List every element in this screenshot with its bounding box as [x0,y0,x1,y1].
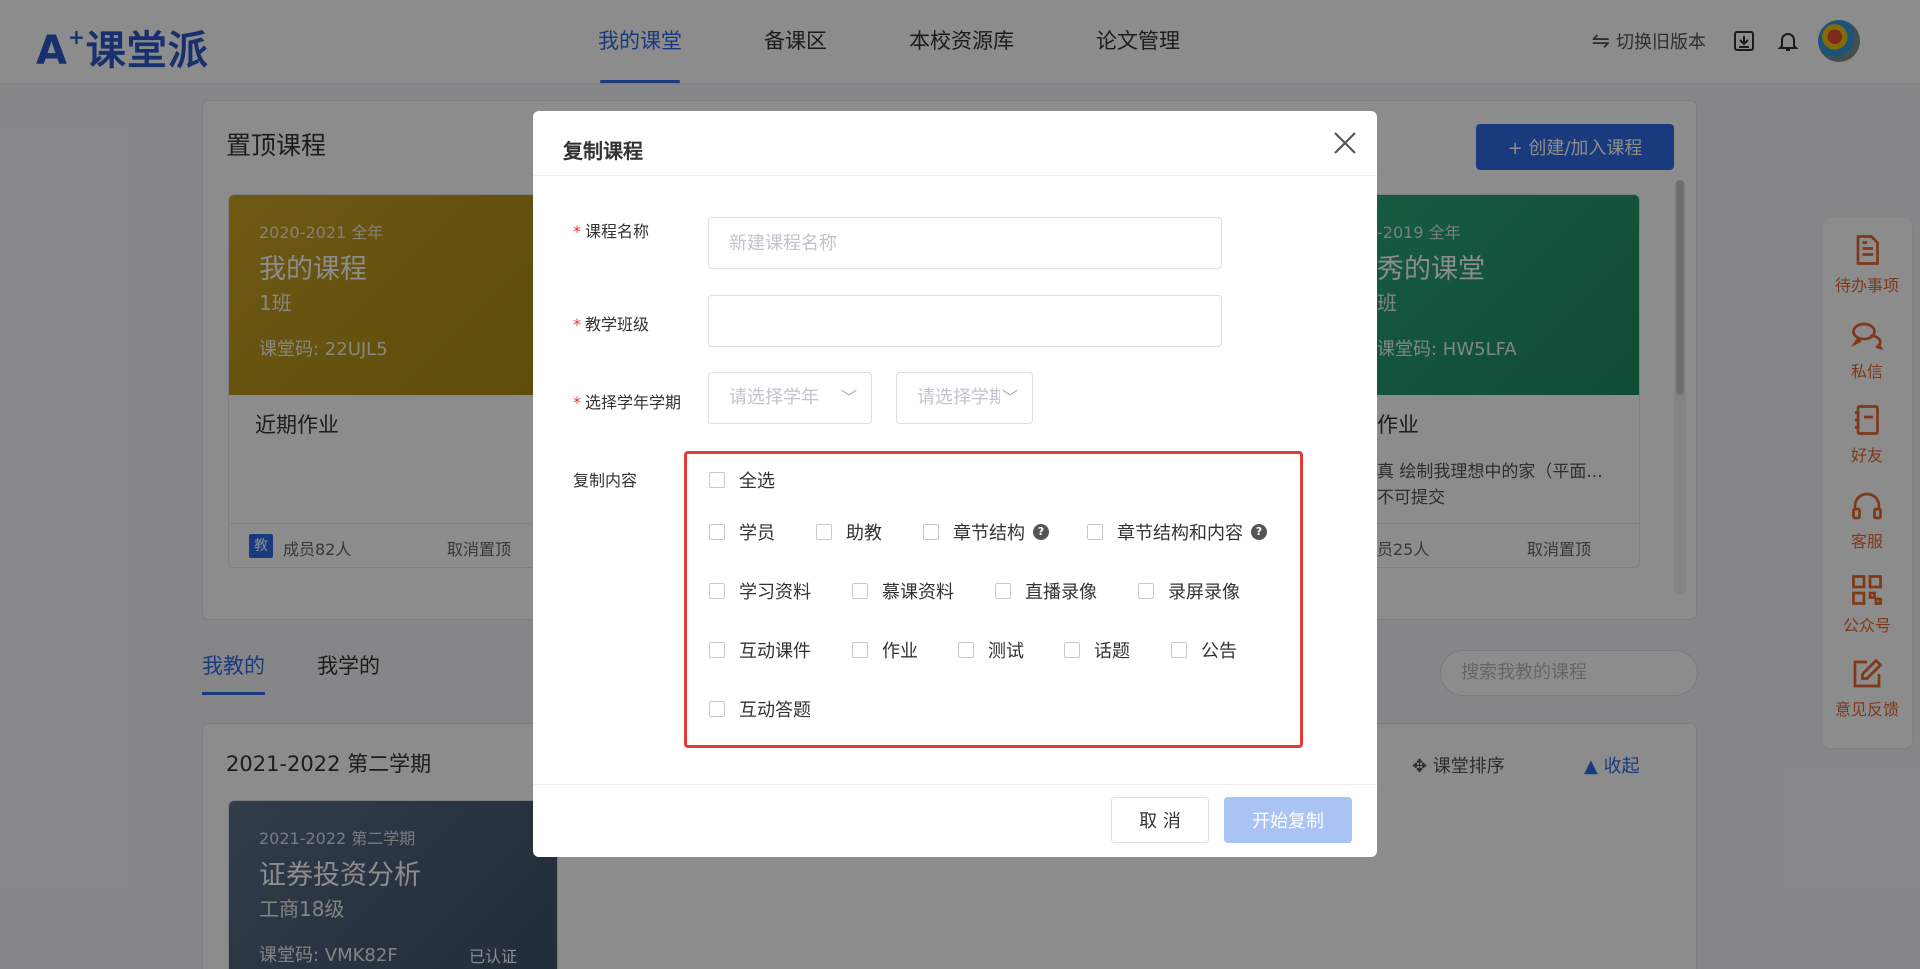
dialog-header: 复制课程 [533,111,1377,176]
option-mooc-materials-checkbox[interactable]: 慕课资料 [852,578,954,604]
option-interactive-courseware-checkbox[interactable]: 互动课件 [709,637,811,663]
option-students-checkbox[interactable]: 学员 [709,519,775,545]
checkbox-label: 测试 [988,641,1024,662]
option-tests-checkbox[interactable]: 测试 [958,637,1024,663]
checkbox-box[interactable] [1087,524,1103,540]
checkbox-box[interactable] [995,583,1011,599]
checkbox-box[interactable] [1171,642,1187,658]
course-name-input[interactable] [708,217,1222,269]
option-chapter-structure-checkbox[interactable]: 章节结构? [923,519,1049,545]
copy-content-label: 复制内容 [573,471,638,490]
school-year-select[interactable]: 请选择学年 ﹀ [708,372,872,424]
start-copy-button[interactable]: 开始复制 [1224,797,1352,843]
checkbox-box[interactable] [852,642,868,658]
checkbox-box[interactable] [709,583,725,599]
checkbox-label: 互动课件 [739,641,811,662]
option-study-materials-checkbox[interactable]: 学习资料 [709,578,811,604]
option-screen-recordings-checkbox[interactable]: 录屏录像 [1138,578,1240,604]
help-icon[interactable]: ? [1033,524,1049,540]
checkbox-label: 章节结构和内容 [1117,523,1243,544]
checkbox-box[interactable] [958,642,974,658]
option-topics-checkbox[interactable]: 话题 [1064,637,1130,663]
school-year-placeholder: 请选择学年 [729,387,819,408]
checkbox-label: 全选 [739,471,775,492]
select-all-checkbox[interactable]: 全选 [709,467,775,493]
option-live-recordings-checkbox[interactable]: 直播录像 [995,578,1097,604]
chevron-down-icon: ﹀ [999,373,1018,423]
checkbox-box[interactable] [852,583,868,599]
help-icon[interactable]: ? [1251,524,1267,540]
checkbox-box[interactable] [709,642,725,658]
checkbox-label: 作业 [882,641,918,662]
checkbox-box[interactable] [923,524,939,540]
checkbox-box[interactable] [1138,583,1154,599]
checkbox-box[interactable] [1064,642,1080,658]
chevron-down-icon: ﹀ [840,388,857,407]
dialog-footer: 取 消 开始复制 [533,784,1377,857]
checkbox-box[interactable] [709,701,725,717]
option-chapter-structure-content-checkbox[interactable]: 章节结构和内容? [1087,519,1267,545]
checkbox-label: 录屏录像 [1168,582,1240,603]
checkbox-box[interactable] [709,472,725,488]
checkbox-label: 慕课资料 [882,582,954,603]
teaching-class-label: * 教学班级 [573,315,650,334]
option-interactive-qa-checkbox[interactable]: 互动答题 [709,696,811,722]
option-announcements-checkbox[interactable]: 公告 [1171,637,1237,663]
course-name-label: * 课程名称 [573,222,650,241]
teaching-class-input[interactable] [708,295,1222,347]
checkbox-label: 助教 [846,523,882,544]
checkbox-label: 互动答题 [739,700,811,721]
semester-placeholder: 请选择学期 [917,387,1007,408]
checkbox-label: 学员 [739,523,775,544]
checkbox-label: 章节结构 [953,523,1025,544]
option-assistants-checkbox[interactable]: 助教 [816,519,882,545]
checkbox-label: 学习资料 [739,582,811,603]
checkbox-label: 话题 [1094,641,1130,662]
term-select-label: * 选择学年学期 [573,393,682,412]
dialog-title: 复制课程 [563,139,643,163]
close-icon[interactable] [1329,127,1361,159]
option-homework-checkbox[interactable]: 作业 [852,637,918,663]
semester-select[interactable]: 请选择学期 ﹀ [896,372,1033,424]
checkbox-box[interactable] [709,524,725,540]
cancel-button[interactable]: 取 消 [1111,797,1209,843]
checkbox-label: 公告 [1201,641,1237,662]
checkbox-box[interactable] [816,524,832,540]
copy-course-dialog: 复制课程 *课程名称 *教学班级 *选择学年学期 请选择学年 ﹀ 请选择学期 ﹀… [533,111,1377,857]
checkbox-label: 直播录像 [1025,582,1097,603]
